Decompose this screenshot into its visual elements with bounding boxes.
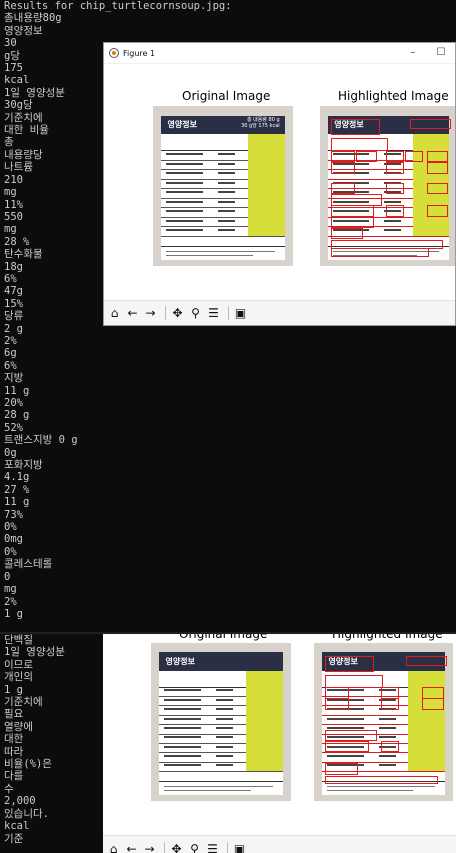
terminal-line: 6g: [4, 347, 17, 360]
toolbar-separator: [228, 306, 229, 320]
save-icon[interactable]: ▣: [233, 306, 248, 321]
terminal-line: 영양정보: [4, 24, 43, 37]
lower-label-header-title: 영양정보: [165, 656, 195, 666]
terminal-line: 28 g: [4, 409, 30, 422]
toolbar-separator: [164, 841, 165, 853]
toolbar-separator: [165, 306, 166, 320]
terminal-line: 6%: [4, 359, 17, 372]
zoom-icon[interactable]: ⚲: [187, 841, 202, 853]
terminal-line: 지방: [4, 372, 24, 385]
zoom-icon[interactable]: ⚲: [188, 306, 203, 321]
forward-icon[interactable]: →: [142, 841, 157, 853]
terminal-line: 콜레스테롤: [4, 558, 53, 571]
terminal-line: 0mg: [4, 533, 23, 546]
terminal-line: 2%: [4, 595, 17, 608]
back-icon[interactable]: ←: [124, 841, 139, 853]
label-per-serving: 30 g당 175 kcal: [241, 123, 280, 130]
terminal-line: Results for chip_turtlecornsoup.jpg:: [4, 0, 232, 12]
terminal-line: 52%: [4, 421, 23, 434]
terminal-line: mg: [4, 583, 17, 596]
figure-titlebar[interactable]: Figure 1 – ☐: [104, 43, 455, 64]
back-icon[interactable]: ←: [125, 306, 140, 321]
terminal-line: 트랜스지방 0 g: [4, 434, 78, 447]
pan-icon[interactable]: ✥: [169, 841, 184, 853]
save-icon[interactable]: ▣: [232, 841, 247, 853]
figure-window-lower[interactable]: Original Image Highlighted Image 영양정보 영양…: [103, 634, 456, 853]
matplotlib-icon: [109, 48, 119, 58]
terminal-line: 0: [4, 570, 11, 583]
label-header-title: 영양정보: [167, 119, 197, 129]
figure-canvas-lower[interactable]: Original Image Highlighted Image 영양정보 영양…: [103, 634, 456, 825]
terminal-line: 0%: [4, 521, 17, 534]
terminal-line: 2%: [4, 334, 17, 347]
terminal-line: 총내용량80g: [4, 12, 62, 25]
navigation-toolbar: ⌂ ← → ✥ ⚲ ☰ ▣: [104, 300, 455, 325]
highlighted-image: 영양정보: [320, 106, 455, 266]
forward-icon[interactable]: →: [143, 306, 158, 321]
home-icon[interactable]: ⌂: [107, 306, 122, 321]
home-icon[interactable]: ⌂: [106, 841, 121, 853]
maximize-button[interactable]: ☐: [427, 43, 455, 63]
terminal-line: 4.1g: [4, 471, 30, 484]
configure-subplots-icon[interactable]: ☰: [206, 306, 221, 321]
configure-subplots-icon[interactable]: ☰: [205, 841, 220, 853]
terminal-line: 73%: [4, 508, 23, 521]
lower-right-panel-title: Highlighted Image: [332, 634, 443, 641]
left-panel-title: Original Image: [182, 89, 271, 103]
terminal-line: 11 g: [4, 384, 30, 397]
highlighted-image-lower: 영양정보: [314, 643, 453, 801]
terminal-line: 27 %: [4, 483, 30, 496]
right-panel-title: Highlighted Image: [338, 89, 449, 103]
figure-canvas[interactable]: Original Image Highlighted Image 영양정보 총 내…: [104, 64, 455, 302]
original-image-lower: 영양정보: [151, 643, 291, 801]
terminal-line: 11 g: [4, 496, 30, 509]
label-header-info: 총 내용량 80 g 30 g당 175 kcal: [241, 117, 280, 129]
terminal-line: 1 g: [4, 607, 23, 620]
figure-title: Figure 1: [123, 48, 156, 58]
terminal-line: 20%: [4, 397, 23, 409]
terminal-line: 0%: [4, 545, 17, 558]
minimize-button[interactable]: –: [399, 43, 427, 63]
pan-icon[interactable]: ✥: [170, 306, 185, 321]
toolbar-separator: [227, 841, 228, 853]
terminal-line: 포화지방: [4, 459, 43, 472]
lower-left-panel-title: Original Image: [179, 634, 268, 641]
navigation-toolbar-lower: ⌂ ← → ✥ ⚲ ☰ ▣: [103, 835, 456, 853]
figure-window[interactable]: Figure 1 – ☐ Original Image Highlighted …: [103, 42, 456, 326]
terminal-line: 0g: [4, 446, 17, 459]
original-image: 영양정보 총 내용량 80 g 30 g당 175 kcal: [153, 106, 293, 266]
